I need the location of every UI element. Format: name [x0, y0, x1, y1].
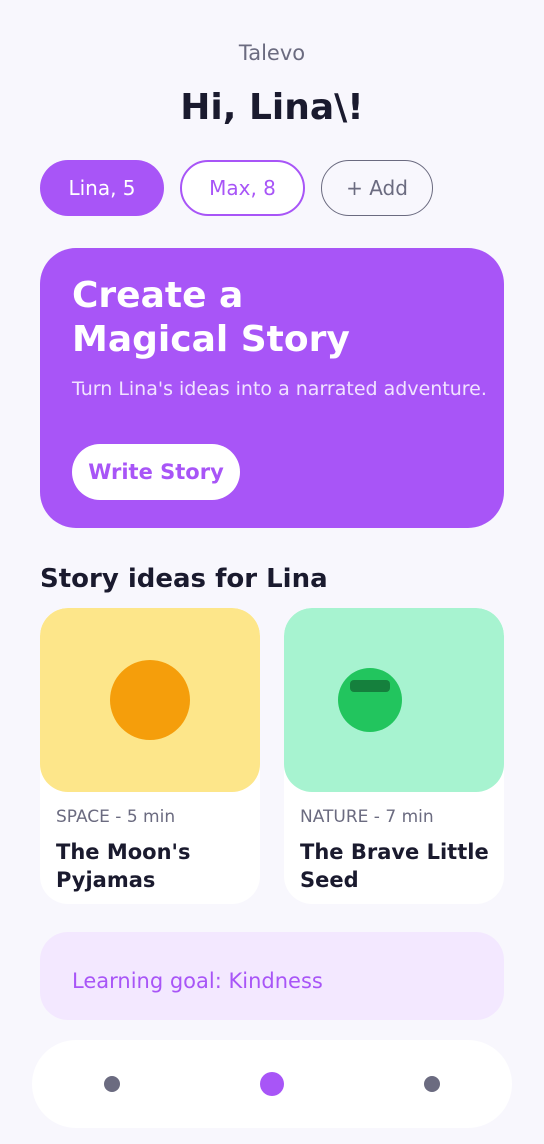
add-profile-button[interactable]: + Add [321, 160, 433, 216]
story-card-brave-little-seed[interactable]: NATURE - 7 min The Brave Little Seed [284, 608, 504, 904]
profile-switcher: Lina, 5 Max, 8 + Add [40, 160, 433, 216]
profile-chip-max[interactable]: Max, 8 [180, 160, 305, 216]
nav-right-icon[interactable] [424, 1076, 440, 1092]
story-card-art [284, 608, 504, 792]
learning-goal-banner[interactable]: Learning goal: Kindness [40, 932, 504, 1020]
story-card-meta: SPACE - 5 min [56, 807, 176, 827]
nav-left-icon[interactable] [104, 1076, 120, 1092]
leaf-icon [350, 680, 390, 692]
write-story-button[interactable]: Write Story [72, 444, 240, 500]
greeting-title: Hi, Lina\! [180, 87, 364, 128]
moon-icon [110, 660, 190, 740]
hero-subtitle: Turn Lina's ideas into a narrated advent… [72, 378, 487, 400]
story-card-art [40, 608, 260, 792]
seed-icon [338, 668, 402, 732]
app-name: Talevo [238, 41, 306, 65]
hero-title: Create a Magical Story [72, 275, 350, 360]
learning-goal-text: Learning goal: Kindness [72, 969, 323, 993]
story-card-moons-pyjamas[interactable]: SPACE - 5 min The Moon's Pyjamas [40, 608, 260, 904]
story-card-title: The Moon's Pyjamas [56, 840, 191, 892]
story-card-title: The Brave Little Seed [300, 840, 489, 892]
bottom-nav [32, 1040, 512, 1128]
nav-center-icon[interactable] [260, 1072, 284, 1096]
story-card-meta: NATURE - 7 min [300, 807, 434, 827]
profile-chip-lina[interactable]: Lina, 5 [40, 160, 164, 216]
section-title: Story ideas for Lina [40, 564, 328, 594]
create-story-card: Create a Magical Story Turn Lina's ideas… [40, 248, 504, 528]
